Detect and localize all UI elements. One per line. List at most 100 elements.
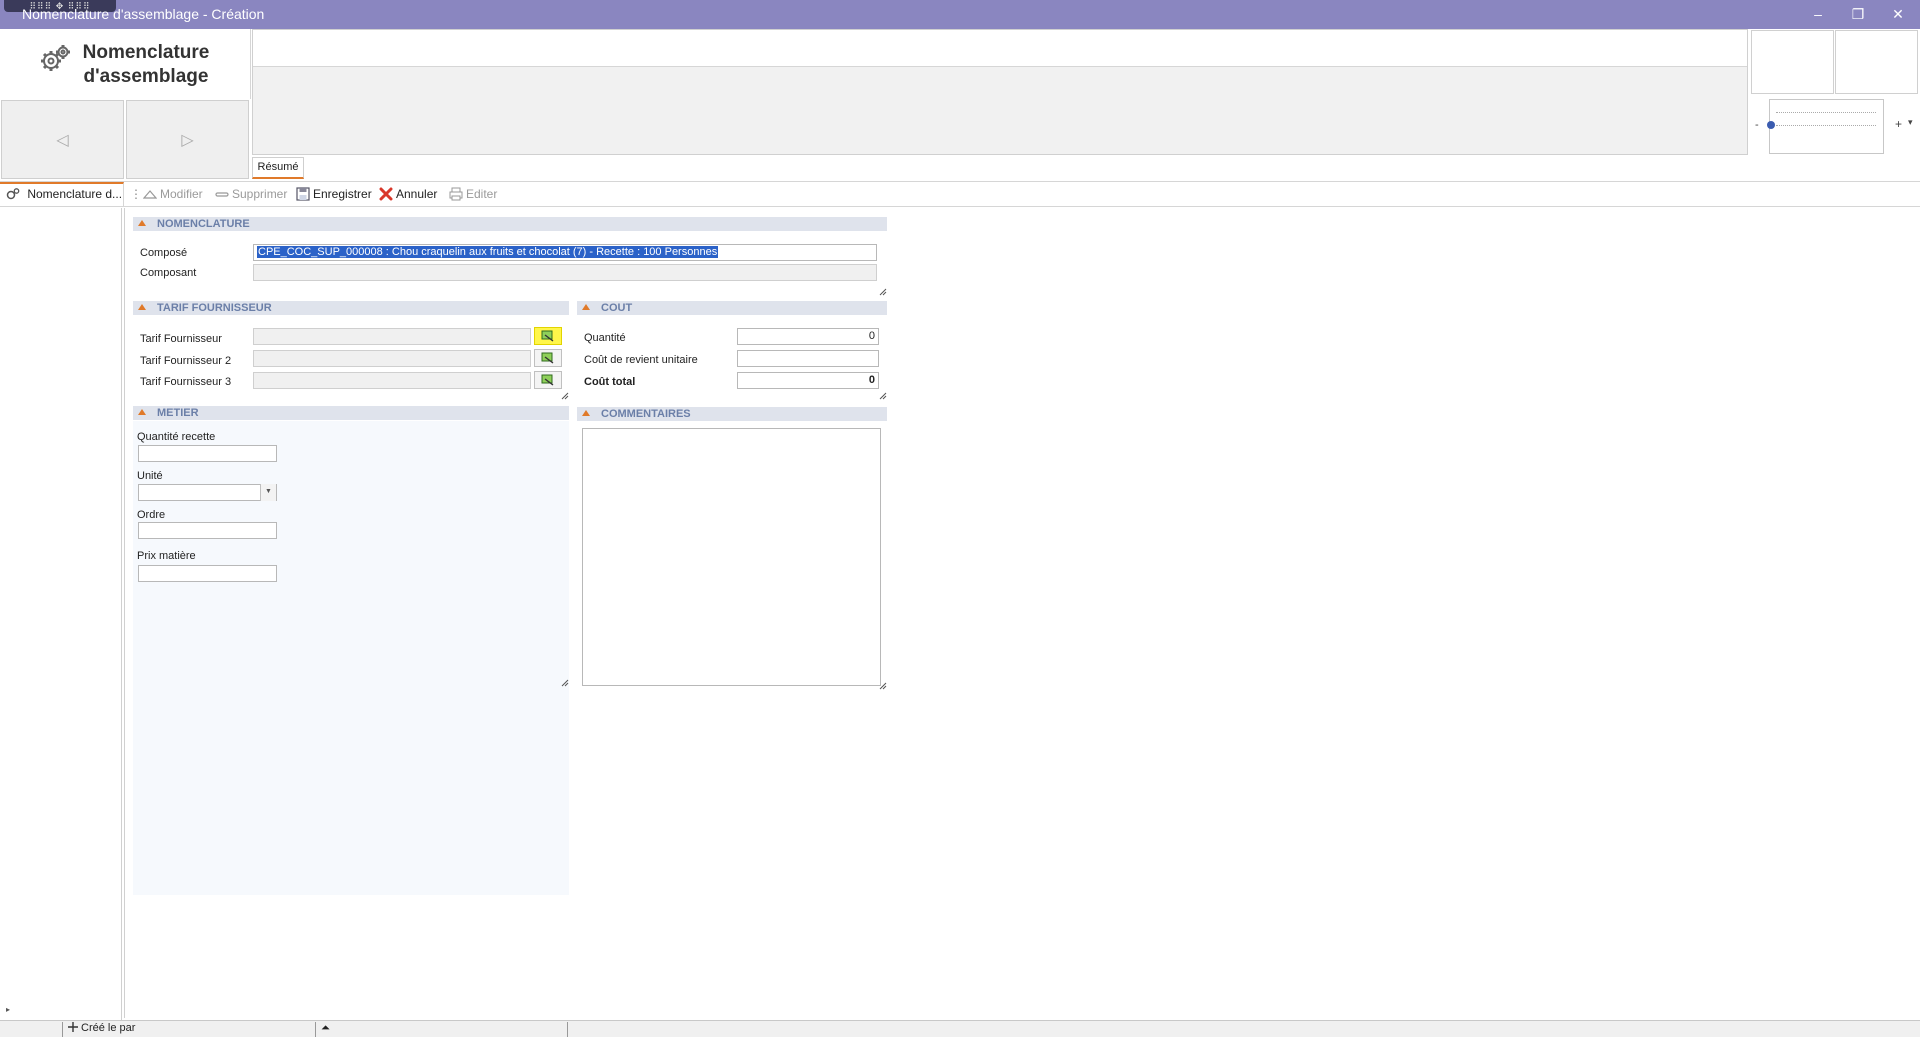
collapse-icon	[138, 220, 146, 226]
tarif1-field[interactable]	[253, 328, 531, 345]
collapse-icon	[582, 304, 590, 310]
prix-matiere-label: Prix matière	[137, 550, 196, 562]
left-navigation-pane: ▸	[0, 208, 122, 1020]
resize-grip-icon[interactable]	[561, 679, 569, 687]
enregistrer-button[interactable]: Enregistrer	[296, 187, 372, 201]
unite-label: Unité	[137, 470, 163, 482]
compose-value: CPE_COC_SUP_000008 : Chou craquelin aux …	[257, 246, 719, 258]
section-commentaires-header[interactable]: COMMENTAIRES	[577, 407, 887, 421]
header-right-box-2	[1835, 30, 1918, 94]
quantite-label: Quantité	[584, 332, 626, 344]
arrow-left-icon: ◁	[56, 131, 69, 149]
zoom-slider[interactable]	[1769, 99, 1884, 154]
picker-icon	[541, 352, 554, 364]
close-button[interactable]: ✕	[1883, 4, 1913, 24]
form-content: NOMENCLATURE Composé CPE_COC_SUP_000008 …	[124, 208, 1920, 1018]
resize-grip-icon[interactable]	[879, 392, 887, 400]
next-record-button[interactable]: ▷	[126, 100, 249, 179]
caret-up-icon: ⏶	[321, 1022, 330, 1034]
quantite-recette-field[interactable]	[138, 445, 277, 462]
quantite-field[interactable]: 0	[737, 328, 879, 345]
delete-icon	[215, 192, 229, 197]
composant-field[interactable]	[253, 264, 877, 281]
tarif2-field[interactable]	[253, 350, 531, 367]
expand-arrow-icon[interactable]: ▸	[6, 1005, 10, 1014]
editer-button[interactable]: Editer	[449, 187, 497, 201]
arrow-right-icon: ▷	[181, 131, 194, 149]
enregistrer-label: Enregistrer	[313, 187, 372, 201]
section-nomenclature-header[interactable]: NOMENCLATURE	[133, 217, 887, 231]
zoom-ticks	[1776, 112, 1876, 126]
module-title-line1: Nomenclature	[82, 42, 210, 63]
print-icon	[449, 187, 463, 201]
section-cout-header[interactable]: COUT	[577, 301, 887, 315]
zoom-control: - + ▾	[1750, 99, 1920, 155]
tarif1-picker-button[interactable]	[534, 327, 562, 345]
tarif2-picker-button[interactable]	[534, 349, 562, 367]
toolbar: Nomenclature d... ⋮ Modifier Supprimer E…	[0, 181, 1920, 207]
created-info: Créé le par	[62, 1022, 135, 1037]
tarif3-label: Tarif Fournisseur 3	[140, 376, 232, 388]
dropdown-arrow-icon[interactable]: ▼	[260, 484, 276, 501]
tarif1-label: Tarif Fournisseur	[140, 333, 222, 345]
cout-unitaire-field[interactable]	[737, 350, 879, 367]
edit-icon	[143, 190, 157, 199]
section-commentaires-title: COMMENTAIRES	[601, 408, 691, 420]
status-section[interactable]: ⏶	[315, 1022, 568, 1037]
module-logo: Nomenclature d'assemblage	[0, 29, 251, 99]
document-tab-label: Nomenclature d...	[27, 187, 123, 201]
collapse-icon	[582, 410, 590, 416]
resize-grip-icon[interactable]	[879, 682, 887, 690]
ordre-label: Ordre	[137, 509, 166, 521]
section-cout-title: COUT	[601, 302, 633, 314]
section-nomenclature-title: NOMENCLATURE	[157, 218, 250, 230]
cout-unitaire-label: Coût de revient unitaire	[584, 354, 698, 366]
toolbar-separator: ⋮	[130, 187, 142, 201]
status-bar: Créé le par ⏶	[0, 1020, 1920, 1037]
previous-record-button[interactable]: ◁	[1, 100, 124, 179]
tarif3-field[interactable]	[253, 372, 531, 389]
section-metier-header[interactable]: METIER	[133, 406, 569, 420]
summary-panel-top	[253, 30, 1747, 67]
supprimer-button[interactable]: Supprimer	[215, 187, 287, 201]
annuler-button[interactable]: Annuler	[379, 187, 437, 201]
compose-field[interactable]: CPE_COC_SUP_000008 : Chou craquelin aux …	[253, 244, 877, 261]
unite-combobox[interactable]: ▼	[138, 484, 277, 501]
section-tarif-header[interactable]: TARIF FOURNISSEUR	[133, 301, 569, 315]
zoom-out-button[interactable]: -	[1755, 119, 1759, 131]
commentaires-textarea[interactable]	[582, 428, 881, 686]
created-text: Créé le par	[81, 1022, 136, 1034]
document-tab[interactable]: Nomenclature d...	[0, 182, 124, 207]
title-bar: ⠿⠿⠿ ✥ ⠿⠿⠿ Nomenclature d'assemblage - Cr…	[0, 0, 1920, 29]
cancel-icon	[379, 187, 393, 201]
zoom-in-button[interactable]: +	[1895, 117, 1902, 131]
zoom-dropdown-button[interactable]: ▾	[1908, 117, 1913, 128]
restore-button[interactable]: ❐	[1843, 4, 1873, 24]
zoom-slider-knob[interactable]	[1767, 121, 1775, 129]
collapse-icon	[138, 304, 146, 310]
module-title: Nomenclature d'assemblage	[76, 41, 216, 89]
window-title: Nomenclature d'assemblage - Création	[22, 6, 265, 22]
modifier-button[interactable]: Modifier	[143, 187, 203, 201]
editer-label: Editer	[466, 187, 498, 201]
gears-icon	[41, 45, 70, 71]
quantite-recette-label: Quantité recette	[137, 431, 216, 443]
header-right-box-1	[1751, 30, 1834, 94]
supprimer-label: Supprimer	[232, 187, 288, 201]
minimize-button[interactable]: –	[1803, 4, 1833, 24]
cout-total-field[interactable]: 0	[737, 372, 879, 389]
ordre-field[interactable]	[138, 522, 277, 539]
tarif2-label: Tarif Fournisseur 2	[140, 355, 232, 367]
cout-total-label: Coût total	[584, 376, 636, 388]
module-title-line2: d'assemblage	[83, 66, 209, 87]
tab-resume[interactable]: Résumé	[252, 157, 304, 179]
tarif3-picker-button[interactable]	[534, 371, 562, 389]
section-tarif-title: TARIF FOURNISSEUR	[157, 302, 272, 314]
resize-grip-icon[interactable]	[879, 288, 887, 296]
save-icon	[296, 187, 310, 201]
summary-panel	[252, 29, 1748, 155]
prix-matiere-field[interactable]	[138, 565, 277, 582]
composant-label: Composant	[140, 267, 197, 279]
resize-grip-icon[interactable]	[561, 392, 569, 400]
annuler-label: Annuler	[396, 187, 438, 201]
